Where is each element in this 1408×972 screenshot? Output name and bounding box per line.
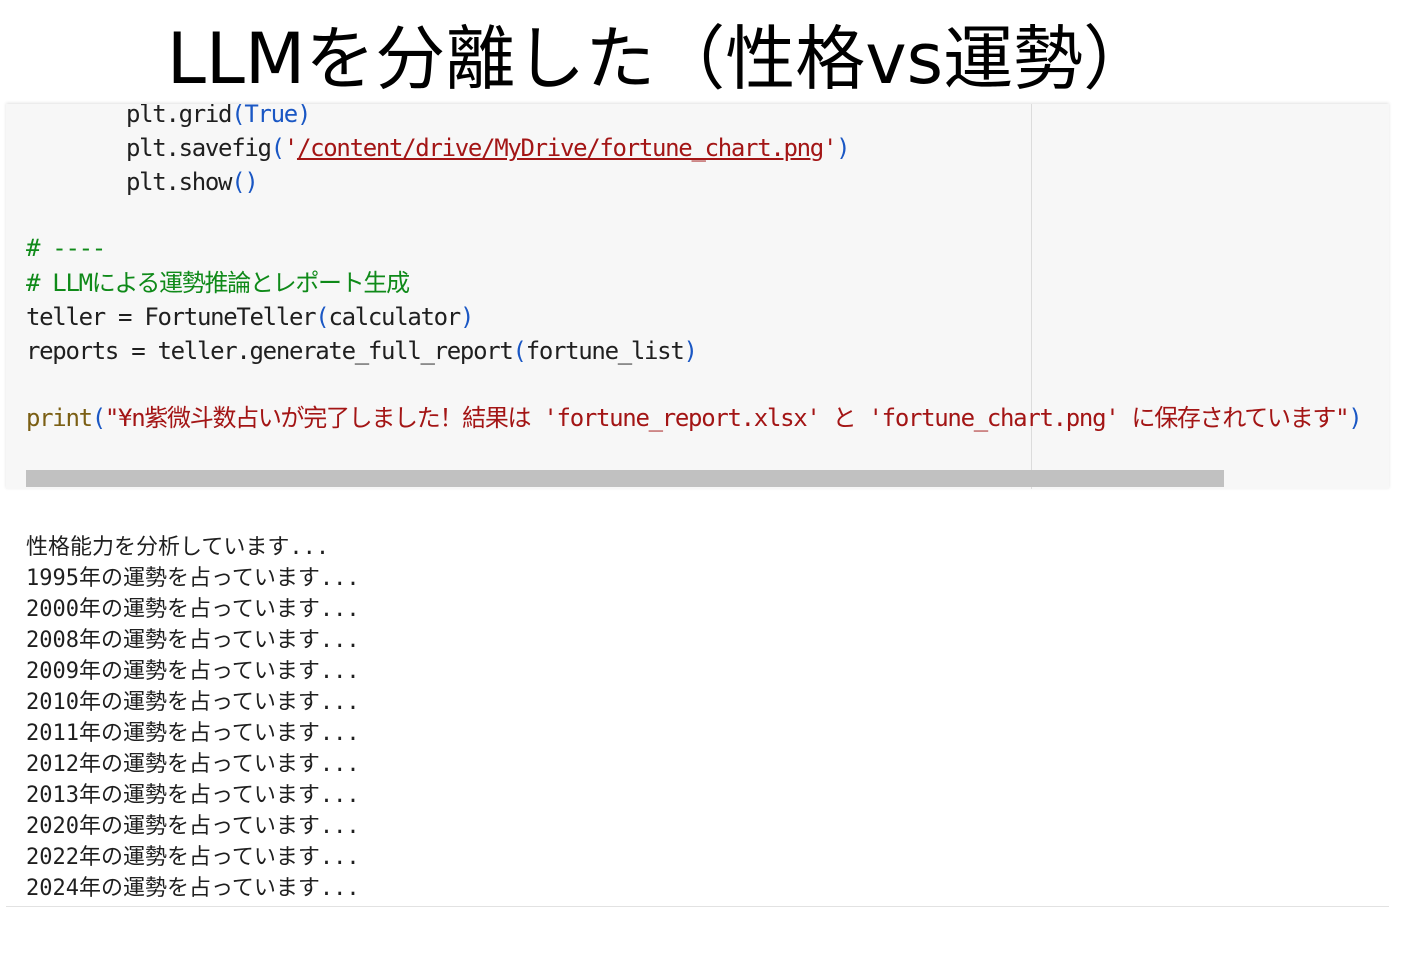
file-path-link[interactable]: /content/drive/MyDrive/fortune_chart.png — [297, 134, 824, 162]
output-line: 2008年の運勢を占っています... — [26, 628, 360, 653]
code-paren: ( — [270, 134, 285, 162]
code-token: fortune_list — [525, 337, 685, 365]
code-token: plt.savefig — [126, 134, 272, 162]
code-paren: ( — [91, 404, 106, 432]
output-line: 2012年の運勢を占っています... — [26, 752, 360, 777]
code-paren: ) — [683, 337, 697, 365]
code-token: calculator — [328, 303, 461, 331]
code-cell[interactable]: plt.grid(True) plt.savefig('/content/dri… — [6, 104, 1389, 489]
code-paren: ) — [459, 303, 474, 331]
code-line-teller: teller = FortuneTeller(calculator) — [26, 301, 474, 333]
code-paren: () — [231, 168, 259, 196]
code-paren: ) — [296, 104, 311, 128]
code-paren: ( — [231, 104, 245, 128]
code-line-print: print("¥n紫微斗数占いが完了しました！結果は 'fortune_repo… — [26, 402, 1363, 434]
code-token: teller = FortuneTeller — [26, 303, 317, 331]
code-paren: ( — [512, 337, 527, 365]
output-line: 2009年の運勢を占っています... — [26, 659, 360, 684]
code-line-show: plt.show() — [126, 166, 259, 198]
output-line: 2011年の運勢を占っています... — [26, 721, 360, 746]
code-line-savefig: plt.savefig('/content/drive/MyDrive/fort… — [126, 132, 851, 164]
code-builtin: print — [26, 404, 93, 432]
slide-title: LLMを分離した（性格vs運勢） — [166, 18, 1154, 100]
code-line-grid: plt.grid(True) — [126, 104, 311, 130]
output-line: 2024年の運勢を占っています... — [26, 876, 360, 901]
code-paren: ( — [315, 303, 329, 331]
code-paren: ) — [1348, 404, 1362, 432]
output-line: 2013年の運勢を占っています... — [26, 783, 360, 808]
code-comment: # LLMによる運勢推論とレポート生成 — [26, 269, 410, 297]
output-line: 性格能力を分析しています... — [26, 535, 330, 560]
output-line: 1995年の運勢を占っています... — [26, 566, 360, 591]
code-token: True — [244, 104, 298, 128]
code-string: "¥n紫微斗数占いが完了しました！結果は 'fortune_report.xls… — [104, 404, 1350, 432]
code-token: reports = teller.generate_full_report — [26, 337, 514, 365]
output-line: 2010年の運勢を占っています... — [26, 690, 360, 715]
code-quote: ' — [822, 134, 837, 162]
cell-output: 性格能力を分析しています... 1995年の運勢を占っています... 2000年… — [6, 532, 1389, 907]
output-line: 2000年の運勢を占っています... — [26, 597, 360, 622]
horizontal-scrollbar[interactable] — [26, 470, 1224, 487]
output-line: 2022年の運勢を占っています... — [26, 845, 360, 870]
code-token: plt.show — [126, 168, 233, 196]
code-comment: # ---- — [26, 234, 106, 262]
code-line-reports: reports = teller.generate_full_report(fo… — [26, 335, 698, 367]
code-token: plt.grid — [126, 104, 233, 128]
code-paren: ) — [836, 134, 850, 162]
output-line: 2020年の運勢を占っています... — [26, 814, 360, 839]
code-quote: ' — [283, 134, 298, 162]
